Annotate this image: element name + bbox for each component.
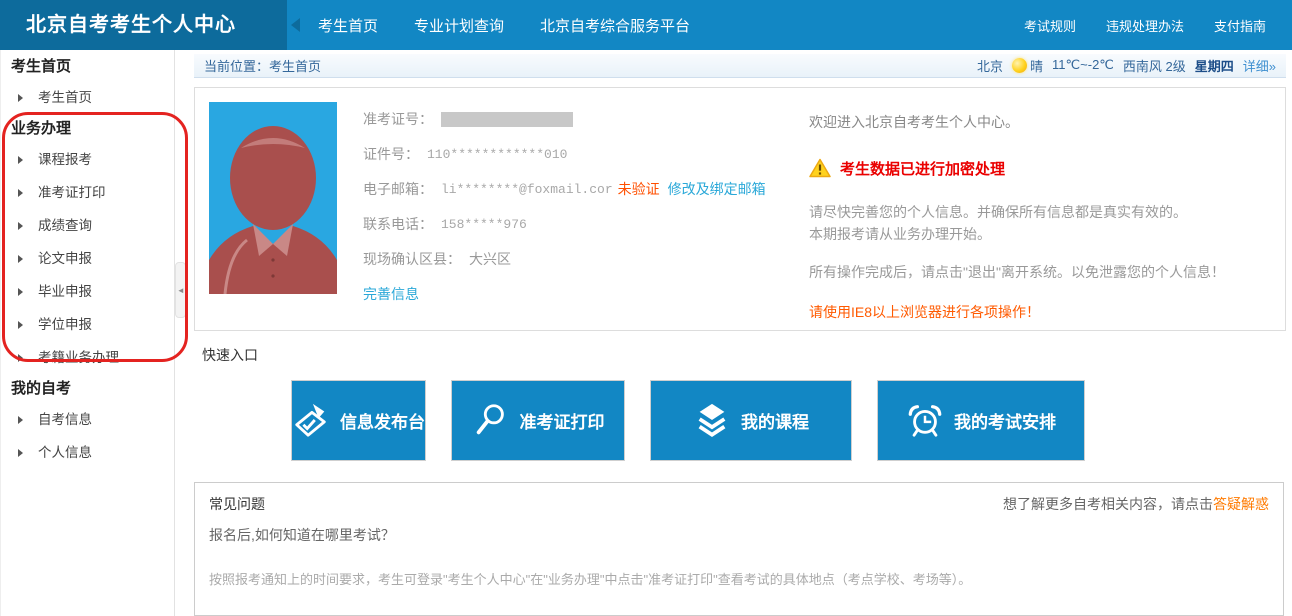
welcome-panel: 欢迎进入北京自考考生个人中心。 考生数据已进行加密处理 请尽快完善您的个人信息。… bbox=[809, 100, 1269, 318]
nav-home[interactable]: 考生首页 bbox=[318, 15, 378, 36]
welcome-line-1: 请尽快完善您的个人信息。并确保所有信息都是真实有效的。 本期报考请从业务办理开始… bbox=[809, 201, 1269, 245]
faq-more-text: 想了解更多自考相关内容，请点击 bbox=[1003, 494, 1213, 514]
arrow-right-icon bbox=[18, 354, 23, 362]
sidebar-section-home-title: 考生首页 bbox=[1, 52, 174, 81]
quick-entry-title: 快速入口 bbox=[202, 345, 1286, 365]
browser-note: 请使用IE8以上浏览器进行各项操作！ bbox=[809, 302, 1269, 322]
faq-question: 报名后,如何知道在哪里考试？ bbox=[209, 525, 1269, 545]
link-payment-guide[interactable]: 支付指南 bbox=[1214, 16, 1266, 35]
sidebar-item-selfexam-info[interactable]: 自考信息 bbox=[1, 403, 174, 436]
layers-icon bbox=[693, 401, 731, 439]
arrow-right-icon bbox=[18, 288, 23, 296]
sidebar-item-admission-ticket-print[interactable]: 准考证打印 bbox=[1, 176, 174, 209]
sidebar-collapse-handle[interactable]: ◄ bbox=[175, 262, 186, 318]
welcome-line-2: 所有操作完成后，请点击"退出"离开系统。以免泄露您的个人信息！ bbox=[809, 261, 1269, 283]
weather-bar: 北京 晴 11℃~-2℃ 西南风 2级 星期四 详细» bbox=[977, 56, 1276, 75]
field-email: 电子邮箱： li********@foxmail.cor 未验证 修改及绑定邮箱 bbox=[363, 172, 803, 207]
sidebar-item-personal-info[interactable]: 个人信息 bbox=[1, 436, 174, 469]
arrow-right-icon bbox=[18, 255, 23, 263]
sidebar-section-business-title: 业务办理 bbox=[1, 114, 174, 143]
nav-service-platform[interactable]: 北京自考综合服务平台 bbox=[540, 15, 690, 36]
link-exam-rules[interactable]: 考试规则 bbox=[1024, 16, 1076, 35]
sidebar-item-degree-application[interactable]: 学位申报 bbox=[1, 308, 174, 341]
sidebar-item-graduation-application[interactable]: 毕业申报 bbox=[1, 275, 174, 308]
edit-board-icon bbox=[292, 401, 330, 439]
arrow-right-icon bbox=[18, 94, 23, 102]
logo-arrow-notch bbox=[291, 18, 300, 32]
quick-entry-buttons: 信息发布台 准考证打印 我的课程 bbox=[291, 380, 1286, 461]
field-id-number: 证件号： 110************010 bbox=[363, 137, 803, 172]
quick-button-ticket-print[interactable]: 准考证打印 bbox=[451, 380, 625, 461]
faq-title: 常见问题 bbox=[209, 494, 265, 514]
arrow-right-icon bbox=[18, 156, 23, 164]
link-violation-rules[interactable]: 违规处理办法 bbox=[1106, 16, 1184, 35]
arrow-right-icon bbox=[18, 449, 23, 457]
main-nav: 考生首页 专业计划查询 北京自考综合服务平台 bbox=[318, 0, 690, 50]
arrow-right-icon bbox=[18, 189, 23, 197]
faq-answer: 按照报考通知上的时间要求，考生可登录"考生个人中心"在"业务办理"中点击"准考证… bbox=[209, 569, 1269, 588]
nav-major-plan-query[interactable]: 专业计划查询 bbox=[414, 15, 504, 36]
weather-temp: 11℃~-2℃ bbox=[1052, 57, 1114, 73]
weather-wind: 西南风 2级 bbox=[1123, 56, 1186, 75]
sidebar: 考生首页 考生首页 业务办理 课程报考 准考证打印 成绩查询 论文申报 毕业申报 bbox=[0, 50, 175, 616]
weather-day: 星期四 bbox=[1195, 56, 1234, 75]
warning-icon bbox=[809, 158, 831, 178]
sidebar-item-home[interactable]: 考生首页 bbox=[1, 81, 174, 114]
magnifier-icon bbox=[472, 401, 510, 439]
sun-icon bbox=[1012, 58, 1027, 73]
header-right-links: 考试规则 违规处理办法 支付指南 bbox=[1024, 0, 1292, 50]
sidebar-item-course-registration[interactable]: 课程报考 bbox=[1, 143, 174, 176]
field-phone: 联系电话： 158*****976 bbox=[363, 207, 803, 242]
breadcrumb: 当前位置：考生首页 bbox=[204, 56, 321, 75]
arrow-right-icon bbox=[18, 416, 23, 424]
sidebar-collapse-strip: ◄ bbox=[175, 50, 186, 616]
weather-city: 北京 bbox=[977, 56, 1003, 75]
email-bind-link[interactable]: 修改及绑定邮箱 bbox=[668, 179, 766, 199]
faq-panel: 常见问题 想了解更多自考相关内容，请点击 答疑解惑 报名后,如何知道在哪里考试？… bbox=[194, 482, 1284, 616]
masked-value-bar bbox=[441, 112, 573, 127]
sidebar-item-thesis-application[interactable]: 论文申报 bbox=[1, 242, 174, 275]
weather-detail-link[interactable]: 详细» bbox=[1243, 56, 1276, 75]
email-unverified-badge: 未验证 bbox=[618, 179, 660, 199]
field-confirm-district: 现场确认区县： 大兴区 bbox=[363, 242, 803, 277]
weather-condition: 晴 bbox=[1030, 56, 1043, 75]
encryption-alert: 考生数据已进行加密处理 bbox=[809, 158, 1269, 179]
faq-more-link[interactable]: 答疑解惑 bbox=[1213, 494, 1269, 514]
quick-button-my-courses[interactable]: 我的课程 bbox=[650, 380, 852, 461]
alarm-clock-icon bbox=[906, 401, 944, 439]
topbar: 当前位置：考生首页 北京 晴 11℃~-2℃ 西南风 2级 星期四 详细» bbox=[194, 54, 1286, 78]
app-title: 北京自考考生个人中心 bbox=[0, 0, 287, 50]
main-content: 当前位置：考生首页 北京 晴 11℃~-2℃ 西南风 2级 星期四 详细» bbox=[186, 50, 1292, 616]
sidebar-item-score-query[interactable]: 成绩查询 bbox=[1, 209, 174, 242]
sidebar-item-exam-record-services[interactable]: 考籍业务办理 bbox=[1, 341, 174, 374]
field-admission-ticket-no: 准考证号： bbox=[363, 102, 803, 137]
profile-info: 准考证号： 证件号： 110************010 电子邮箱： li**… bbox=[363, 100, 803, 318]
top-header: 北京自考考生个人中心 考生首页 专业计划查询 北京自考综合服务平台 考试规则 违… bbox=[0, 0, 1292, 50]
quick-button-exam-schedule[interactable]: 我的考试安排 bbox=[877, 380, 1085, 461]
welcome-greeting: 欢迎进入北京自考考生个人中心。 bbox=[809, 112, 1269, 132]
complete-info-link[interactable]: 完善信息 bbox=[363, 284, 419, 304]
sidebar-section-my-title: 我的自考 bbox=[1, 374, 174, 403]
avatar bbox=[209, 102, 337, 294]
profile-card: 准考证号： 证件号： 110************010 电子邮箱： li**… bbox=[194, 87, 1286, 331]
arrow-right-icon bbox=[18, 321, 23, 329]
quick-button-info-board[interactable]: 信息发布台 bbox=[291, 380, 426, 461]
arrow-right-icon bbox=[18, 222, 23, 230]
